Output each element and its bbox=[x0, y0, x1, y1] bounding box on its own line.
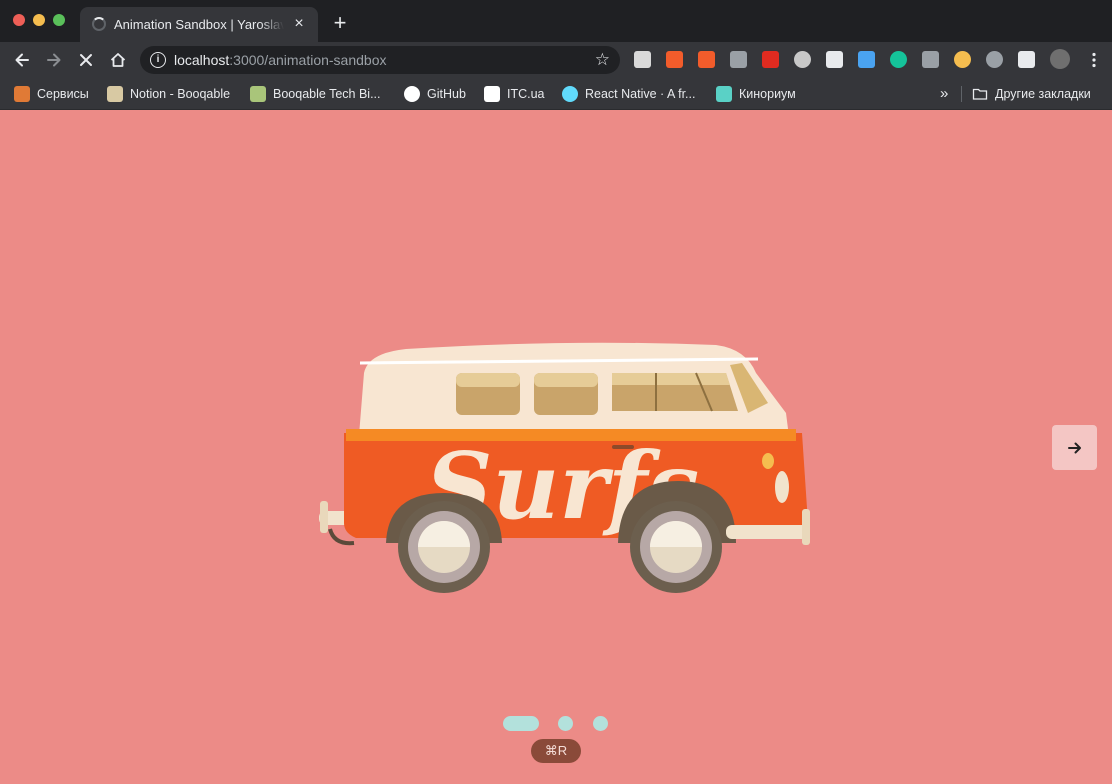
power-ext-icon[interactable] bbox=[986, 51, 1003, 68]
url-host: localhost bbox=[174, 52, 230, 68]
bookmark-item[interactable]: GitHub bbox=[404, 84, 466, 104]
browser-toolbar: i localhost:3000/animation-sandbox ☆ bbox=[0, 42, 1112, 78]
bookmark-label: Notion - Booqable bbox=[130, 87, 231, 101]
apps-grid-icon bbox=[14, 86, 30, 102]
loading-spinner-icon bbox=[92, 17, 106, 31]
vue-devtools-icon[interactable] bbox=[730, 51, 747, 68]
window-close-button[interactable] bbox=[13, 14, 25, 26]
bookmark-star-icon[interactable]: ☆ bbox=[595, 50, 610, 70]
bookmark-label: Booqable Tech Bi... bbox=[273, 87, 381, 101]
stop-loading-icon[interactable] bbox=[74, 48, 98, 72]
github-ext-icon[interactable] bbox=[922, 51, 939, 68]
bookmark-item[interactable]: Сервисы bbox=[14, 84, 89, 104]
bookmark-label: Сервисы bbox=[37, 87, 89, 101]
reading-ext-icon[interactable] bbox=[634, 51, 651, 68]
window-maximize-button[interactable] bbox=[53, 14, 65, 26]
grammarly-icon[interactable] bbox=[890, 51, 907, 68]
bookmark-item[interactable]: Кинориум bbox=[716, 84, 796, 104]
bookmark-item[interactable]: ITC.ua bbox=[484, 84, 545, 104]
slide-dot[interactable] bbox=[593, 716, 608, 731]
react-icon bbox=[562, 86, 578, 102]
site-info-icon[interactable]: i bbox=[150, 52, 166, 68]
bookmarks-overflow-icon[interactable]: » bbox=[940, 85, 948, 102]
itc-icon bbox=[484, 86, 500, 102]
folder-ext-icon[interactable] bbox=[858, 51, 875, 68]
home-icon[interactable] bbox=[106, 48, 130, 72]
bookmark-label: Кинориум bbox=[739, 87, 796, 101]
active-tab[interactable]: Animation Sandbox | Yaroslav Valentyr × bbox=[80, 7, 318, 42]
profile-avatar[interactable] bbox=[1050, 49, 1070, 69]
slide-dot[interactable] bbox=[558, 716, 573, 731]
arrow-right-icon bbox=[1067, 442, 1081, 453]
discount-ext-icon[interactable] bbox=[666, 51, 683, 68]
bookmark-label: ITC.ua bbox=[507, 87, 545, 101]
bookmark-item[interactable]: Notion - Booqable bbox=[107, 84, 230, 104]
forward-arrow-icon[interactable] bbox=[42, 48, 66, 72]
books-icon bbox=[250, 86, 266, 102]
puzzle-extensions-icon[interactable] bbox=[1018, 51, 1035, 68]
notion-icon bbox=[107, 86, 123, 102]
address-bar[interactable]: i localhost:3000/animation-sandbox ☆ bbox=[140, 46, 620, 74]
kinorium-icon bbox=[716, 86, 732, 102]
other-bookmarks-folder[interactable]: Другие закладки bbox=[972, 84, 1091, 104]
eye-ext-icon[interactable] bbox=[954, 51, 971, 68]
target-ext-icon[interactable] bbox=[794, 51, 811, 68]
rear-wheel bbox=[398, 501, 490, 593]
surf-van-illustration: Surfs bbox=[319, 342, 810, 593]
folder-icon bbox=[972, 88, 988, 100]
url-text: localhost:3000/animation-sandbox bbox=[174, 52, 387, 68]
glasses-ext-icon[interactable] bbox=[826, 51, 843, 68]
slide-dot-active[interactable] bbox=[503, 716, 539, 731]
next-slide-button[interactable] bbox=[1052, 425, 1097, 470]
bookmark-label: GitHub bbox=[427, 87, 466, 101]
animation-sandbox-page: Surfs ⌘R bbox=[0, 111, 1112, 784]
front-wheel bbox=[630, 501, 722, 593]
github-icon bbox=[404, 86, 420, 102]
bookmark-item[interactable]: Booqable Tech Bi... bbox=[250, 84, 380, 104]
url-path: :3000/animation-sandbox bbox=[229, 52, 387, 68]
window-minimize-button[interactable] bbox=[33, 14, 45, 26]
title-bar: Animation Sandbox | Yaroslav Valentyr × … bbox=[0, 0, 1112, 42]
new-tab-button[interactable]: + bbox=[330, 12, 350, 34]
bookmarks-bar: Сервисы Notion - Booqable Booqable Tech Bi… bbox=[0, 78, 1112, 110]
adblock-plus-icon[interactable] bbox=[762, 51, 779, 68]
bookmarks-divider bbox=[961, 86, 962, 102]
browser-menu-icon[interactable] bbox=[1082, 48, 1106, 72]
bookmark-label: React Native · A fr... bbox=[585, 87, 696, 101]
other-bookmarks-label: Другие закладки bbox=[995, 87, 1091, 101]
tab-close-icon[interactable]: × bbox=[290, 15, 308, 33]
photo-ext-icon[interactable] bbox=[698, 51, 715, 68]
tab-title: Animation Sandbox | Yaroslav Valentyr bbox=[114, 17, 284, 32]
front-bumper bbox=[726, 525, 808, 539]
back-arrow-icon[interactable] bbox=[10, 48, 34, 72]
reload-shortcut-hint: ⌘R bbox=[531, 739, 581, 763]
bookmark-item[interactable]: React Native · A fr... bbox=[562, 84, 695, 104]
